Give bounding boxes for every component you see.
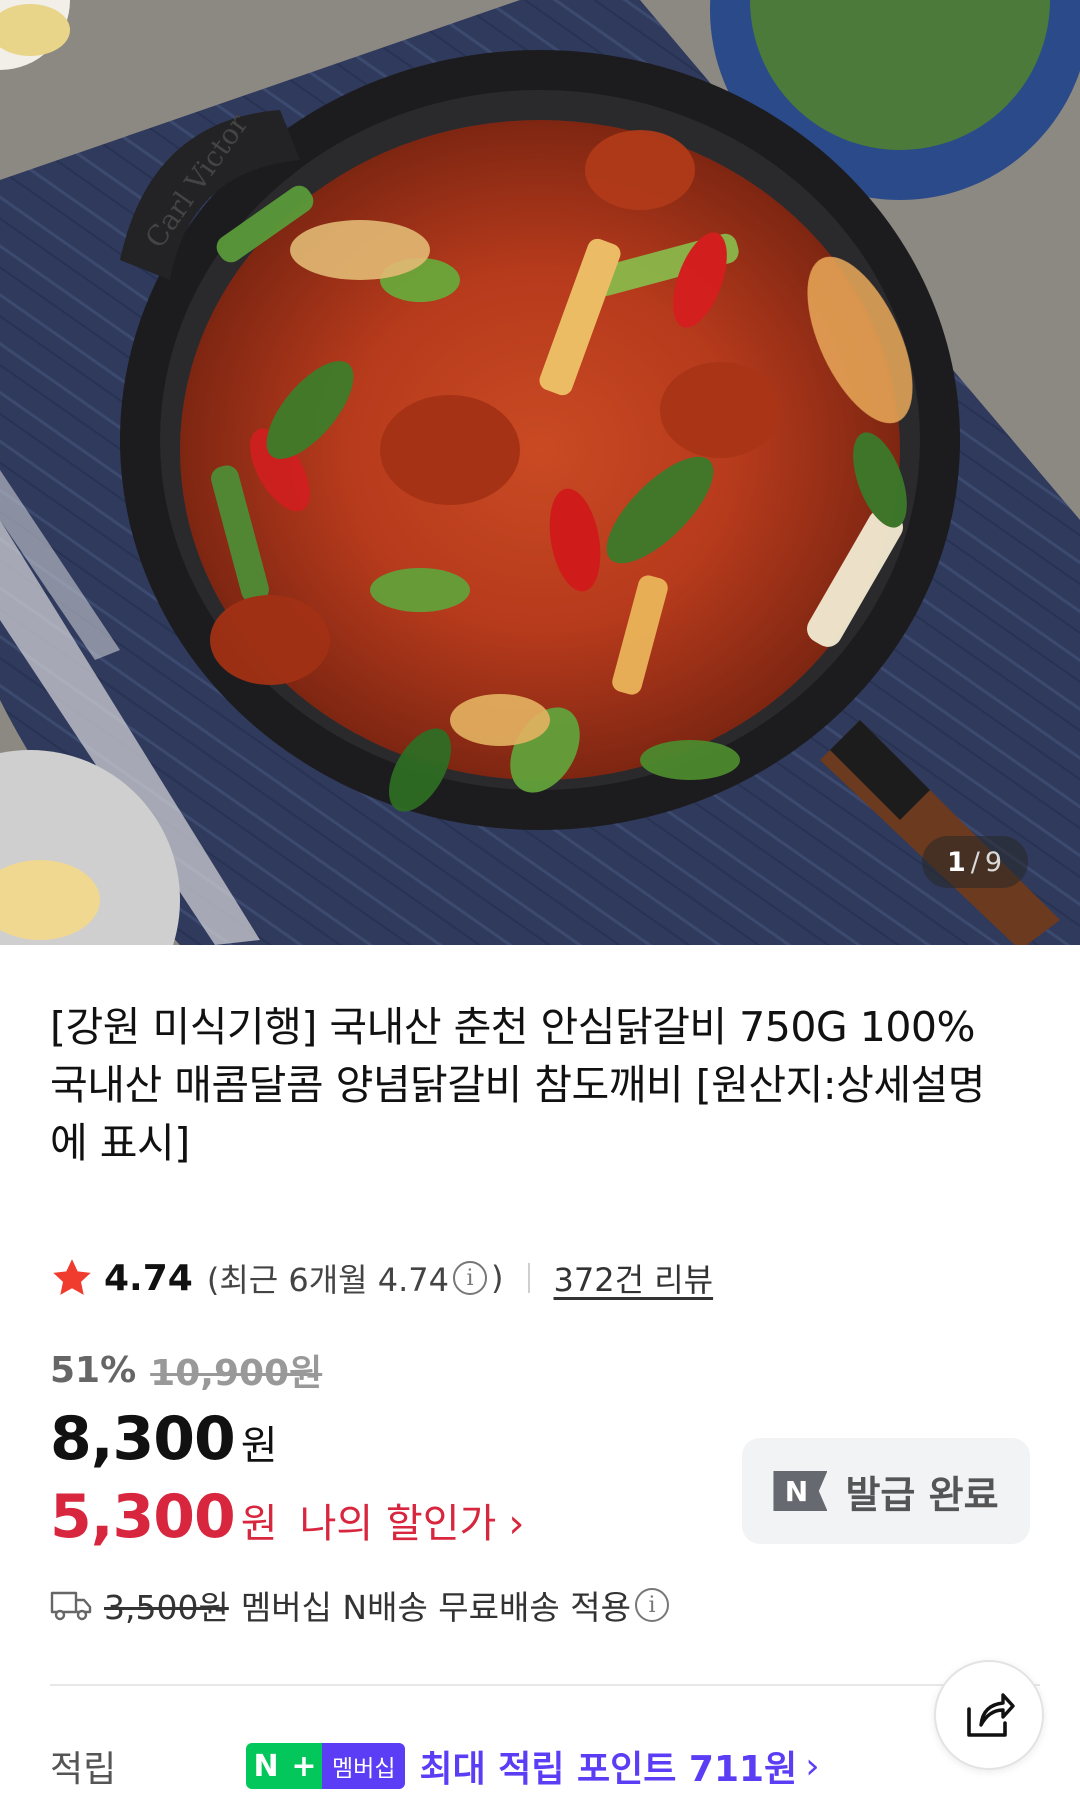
chevron-right-icon: › [508, 1501, 525, 1547]
shipping-text: 멤버십 N배송 무료배송 적용 [240, 1588, 631, 1627]
recent-rating-suffix: ) [491, 1259, 504, 1297]
original-price: 10,900원 [150, 1353, 323, 1394]
plus-icon: + [286, 1743, 322, 1789]
discount-row: 51% 10,900원 [50, 1344, 322, 1396]
rating-score: 4.74 [104, 1257, 193, 1299]
my-discount-price: 5,300 [50, 1482, 236, 1552]
points-row: 적립 N + 멤버십 최대 적립 포인트 711원 › [50, 1736, 1030, 1796]
truck-icon [50, 1591, 92, 1621]
my-discount-unit: 원 [240, 1501, 278, 1547]
naver-plus-membership-badge: N + 멤버십 [246, 1743, 406, 1789]
image-counter-separator: / [970, 846, 981, 878]
original-shipping-fee: 3,500원 [104, 1588, 229, 1627]
recent-rating-prefix: (최근 6개월 4.74 [206, 1261, 450, 1299]
section-divider [50, 1684, 1040, 1686]
divider-vertical [527, 1263, 530, 1293]
image-counter: 1 / 9 [922, 836, 1028, 888]
naver-n-icon: N [246, 1743, 286, 1789]
naver-n-icon: N [773, 1471, 828, 1511]
shipping-info-icon[interactable]: i [634, 1588, 669, 1622]
my-price-link[interactable]: 5,300 원 나의 할인가 › [50, 1482, 524, 1552]
points-label: 적립 [50, 1749, 117, 1790]
star-icon [53, 1259, 91, 1295]
sale-price-row: 8,300 원 [50, 1404, 278, 1474]
image-counter-total: 9 [984, 846, 1004, 878]
shipping-row: 3,500원 멤버십 N배송 무료배송 적용 i [50, 1580, 673, 1630]
product-title: [강원 미식기행] 국내산 춘천 안심닭갈비 750G 100% 국내산 매콤달… [50, 1003, 986, 1167]
max-points-link[interactable]: 최대 적립 포인트 711원 [419, 1740, 797, 1792]
coupon-issued-button[interactable]: N 발급 완료 [742, 1438, 1030, 1544]
info-icon[interactable]: i [453, 1261, 488, 1295]
sale-price-unit: 원 [240, 1423, 278, 1469]
membership-label: 멤버십 [322, 1743, 406, 1789]
recent-rating: (최근 6개월 4.74 i ) [207, 1255, 504, 1301]
coupon-status-label: 발급 완료 [845, 1472, 999, 1517]
image-counter-current: 1 [946, 846, 967, 878]
dakgalbi-pan-illustration: Carl Victor [0, 0, 1080, 945]
discount-rate: 51% [50, 1349, 137, 1391]
share-icon [967, 1693, 1015, 1737]
my-discount-label: 나의 할인가 [299, 1501, 497, 1547]
product-image[interactable]: Carl Victor 1 / 9 [0, 0, 1080, 945]
review-count-link[interactable]: 372건 리뷰 [554, 1255, 714, 1301]
rating-row: 4.74 (최근 6개월 4.74 i ) 372건 리뷰 [50, 1250, 713, 1306]
sale-price: 8,300 [50, 1404, 236, 1474]
chevron-right-icon: › [805, 1745, 820, 1787]
